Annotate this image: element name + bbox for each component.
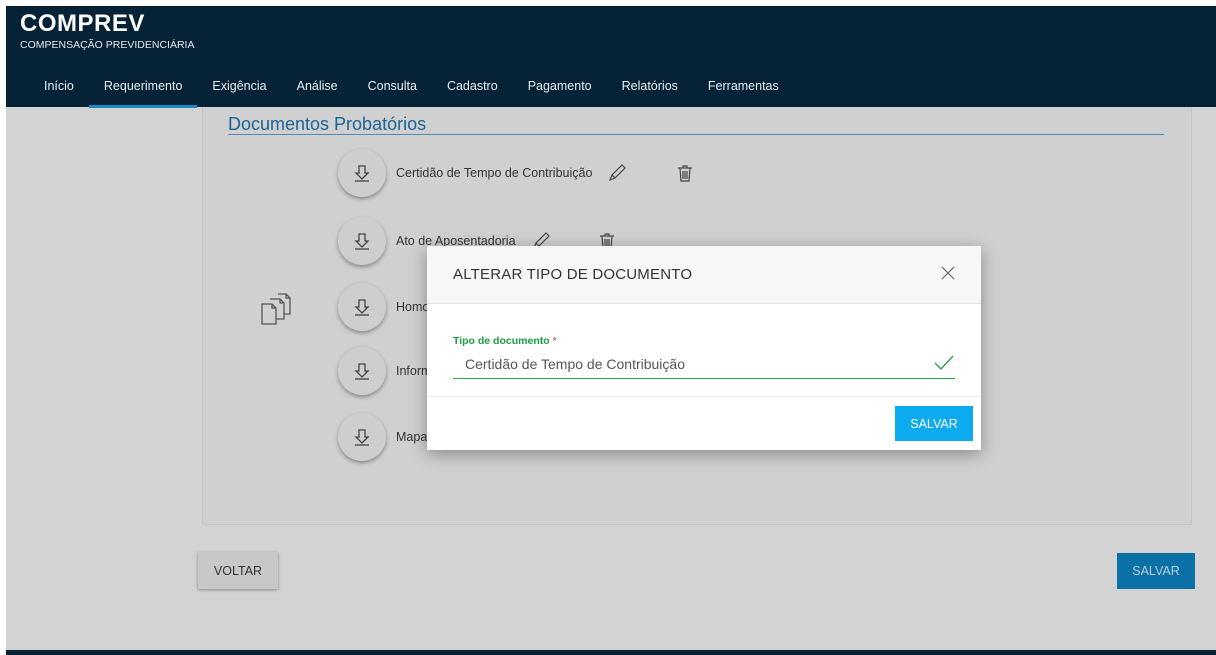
- modal-title: ALTERAR TIPO DE DOCUMENTO: [453, 266, 693, 283]
- required-mark: *: [552, 335, 557, 347]
- documents-stack-icon: [258, 290, 294, 326]
- save-button[interactable]: SALVAR: [1117, 553, 1195, 589]
- app-title: COMPREV: [20, 10, 145, 37]
- document-row: Mapa: [338, 412, 427, 462]
- download-icon: [354, 299, 370, 316]
- download-icon: [354, 429, 370, 446]
- nav-analise[interactable]: Análise: [282, 73, 353, 107]
- nav-cadastro[interactable]: Cadastro: [432, 73, 513, 107]
- nav-exigencia[interactable]: Exigência: [197, 73, 281, 107]
- main-nav: Início Requerimento Exigência Análise Co…: [30, 73, 794, 108]
- nav-relatorios[interactable]: Relatórios: [607, 73, 693, 107]
- app-header: COMPREV COMPENSAÇÃO PREVIDENCIÁRIA Iníci…: [6, 6, 1216, 108]
- document-row: Certidão de Tempo de Contribuição: [338, 148, 696, 198]
- section-title: Documentos Probatórios: [228, 114, 427, 134]
- nav-ferramentas[interactable]: Ferramentas: [693, 73, 794, 107]
- app-viewport: COMPREV COMPENSAÇÃO PREVIDENCIÁRIA Iníci…: [6, 6, 1216, 655]
- download-icon: [354, 363, 370, 380]
- download-button[interactable]: [338, 413, 386, 461]
- nav-inicio[interactable]: Início: [30, 73, 89, 107]
- back-button[interactable]: VOLTAR: [198, 552, 278, 589]
- document-type-select[interactable]: Certidão de Tempo de Contribuição: [453, 352, 955, 379]
- footer-bar: [6, 650, 1216, 655]
- nav-pagamento[interactable]: Pagamento: [513, 73, 607, 107]
- download-button[interactable]: [338, 149, 386, 197]
- document-row: Inform: [338, 346, 431, 396]
- modal-divider: [427, 396, 981, 397]
- document-label: Homo: [396, 300, 430, 314]
- brand: COMPREV COMPENSAÇÃO PREVIDENCIÁRIA: [20, 10, 194, 51]
- app-subtitle: COMPENSAÇÃO PREVIDENCIÁRIA: [20, 39, 195, 51]
- document-type-value: Certidão de Tempo de Contribuição: [465, 356, 685, 372]
- download-button[interactable]: [338, 283, 386, 331]
- nav-consulta[interactable]: Consulta: [353, 73, 432, 107]
- modal-header: ALTERAR TIPO DE DOCUMENTO: [427, 246, 981, 304]
- nav-requerimento[interactable]: Requerimento: [88, 73, 198, 108]
- document-type-label: Tipo de documento *: [453, 335, 557, 347]
- download-button[interactable]: [338, 347, 386, 395]
- trash-icon[interactable]: [674, 162, 696, 184]
- edit-pencil-icon[interactable]: [606, 162, 628, 184]
- document-row: Homo: [338, 282, 429, 332]
- modal-save-button[interactable]: SALVAR: [895, 406, 973, 441]
- document-label: Mapa: [396, 430, 428, 444]
- download-icon: [354, 165, 370, 182]
- close-icon[interactable]: [939, 264, 957, 282]
- download-button[interactable]: [338, 217, 386, 265]
- section-divider: [228, 134, 1164, 135]
- document-type-label-text: Tipo de documento: [453, 335, 550, 347]
- download-icon: [354, 233, 370, 250]
- document-label: Certidão de Tempo de Contribuição: [396, 166, 593, 180]
- change-document-type-modal: ALTERAR TIPO DE DOCUMENTO Tipo de docume…: [427, 246, 981, 450]
- check-icon: [933, 354, 955, 372]
